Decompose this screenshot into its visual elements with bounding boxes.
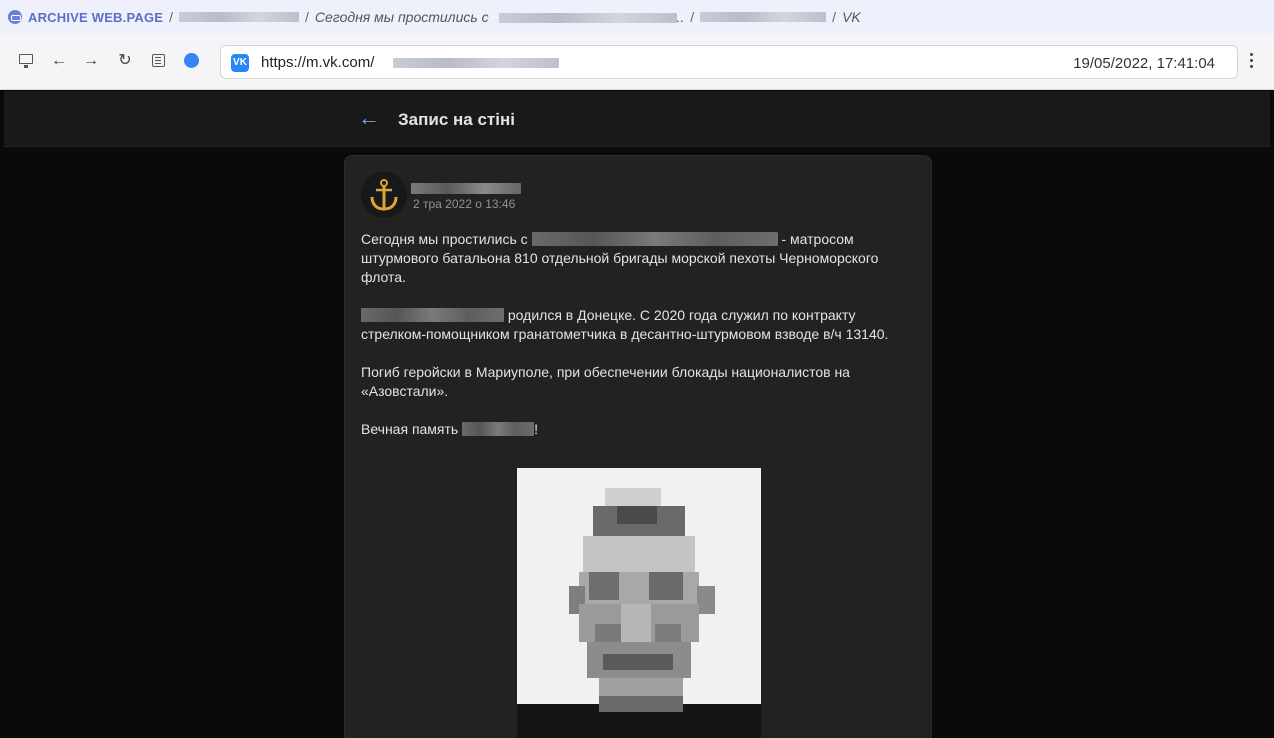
post-text: Сегодня мы простились с - матросом штурм… bbox=[361, 230, 921, 458]
avatar[interactable] bbox=[361, 172, 407, 218]
kebab-menu-icon[interactable] bbox=[1247, 52, 1257, 70]
redacted-name bbox=[498, 13, 677, 24]
post-text-segment: Сегодня мы простились с bbox=[361, 231, 528, 247]
back-arrow-icon[interactable]: ← bbox=[358, 107, 380, 129]
redacted-url-path bbox=[393, 58, 559, 68]
redacted-name bbox=[361, 308, 504, 322]
archived-page-viewport: ← Запис на стіні 2 тра 2022 о 13:46 Сего… bbox=[4, 91, 1270, 738]
breadcrumb-page-title[interactable]: Сегодня мы простились с .. bbox=[315, 9, 684, 25]
redacted-author-name[interactable] bbox=[411, 183, 521, 194]
breadcrumb-separator: / bbox=[305, 9, 309, 25]
status-dot-icon[interactable] bbox=[184, 53, 199, 68]
anchor-icon bbox=[361, 172, 407, 218]
archive-logo-icon bbox=[8, 10, 22, 24]
archive-breadcrumb-bar: ARCHIVE WEB.PAGE / / Сегодня мы простили… bbox=[0, 0, 1274, 34]
archive-brand-link[interactable]: ARCHIVE WEB.PAGE bbox=[28, 10, 163, 25]
arrow-right-icon[interactable]: → bbox=[82, 52, 100, 70]
post-paragraph: Погиб геройски в Мариуполе, при обеспече… bbox=[361, 363, 921, 401]
post-paragraph: родился в Донецке. С 2020 года служил по… bbox=[361, 306, 921, 344]
url-field[interactable]: VK https://m.vk.com/ 19/05/2022, 17:41:0… bbox=[220, 45, 1238, 79]
post-text-segment: ! bbox=[534, 421, 539, 437]
breadcrumb-separator: / bbox=[169, 9, 174, 25]
post-date[interactable]: 2 тра 2022 о 13:46 bbox=[413, 197, 515, 211]
redacted-name bbox=[462, 422, 535, 436]
site-name: VK bbox=[842, 9, 861, 25]
reload-icon[interactable]: ↻ bbox=[116, 52, 134, 70]
page-title: Запис на стіні bbox=[398, 110, 515, 129]
browser-toolbar: ← → ↻ VK https://m.vk.com/ 19/05/2022, 1… bbox=[0, 34, 1274, 90]
post-paragraph: Сегодня мы простились с - матросом штурм… bbox=[361, 230, 921, 287]
arrow-left-icon[interactable]: ← bbox=[50, 52, 68, 70]
vk-header: ← Запис на стіні bbox=[4, 91, 1270, 147]
redacted-name bbox=[531, 232, 778, 246]
page-title-ellipsis: .. bbox=[676, 9, 685, 25]
url-text[interactable]: https://m.vk.com/ bbox=[261, 54, 374, 71]
redacted-author-name bbox=[700, 12, 827, 22]
monitor-icon[interactable] bbox=[18, 52, 36, 70]
post-card: 2 тра 2022 о 13:46 Сегодня мы простились… bbox=[344, 155, 932, 738]
vk-logo-icon: VK bbox=[231, 54, 249, 72]
redacted-collection-name[interactable] bbox=[179, 12, 300, 22]
post-text-segment: Погиб геройски в Мариуполе, при обеспече… bbox=[361, 364, 850, 399]
capture-timestamp: 19/05/2022, 17:41:04 bbox=[1073, 55, 1215, 72]
pixelated-photo[interactable] bbox=[517, 468, 761, 738]
page-title-prefix: Сегодня мы простились с bbox=[314, 9, 489, 25]
breadcrumb-separator: / bbox=[690, 9, 695, 25]
reader-icon[interactable] bbox=[150, 52, 168, 70]
breadcrumb-separator: / bbox=[832, 9, 837, 25]
post-text-segment: Вечная память bbox=[361, 421, 459, 437]
post-paragraph: Вечная память ! bbox=[361, 420, 921, 439]
